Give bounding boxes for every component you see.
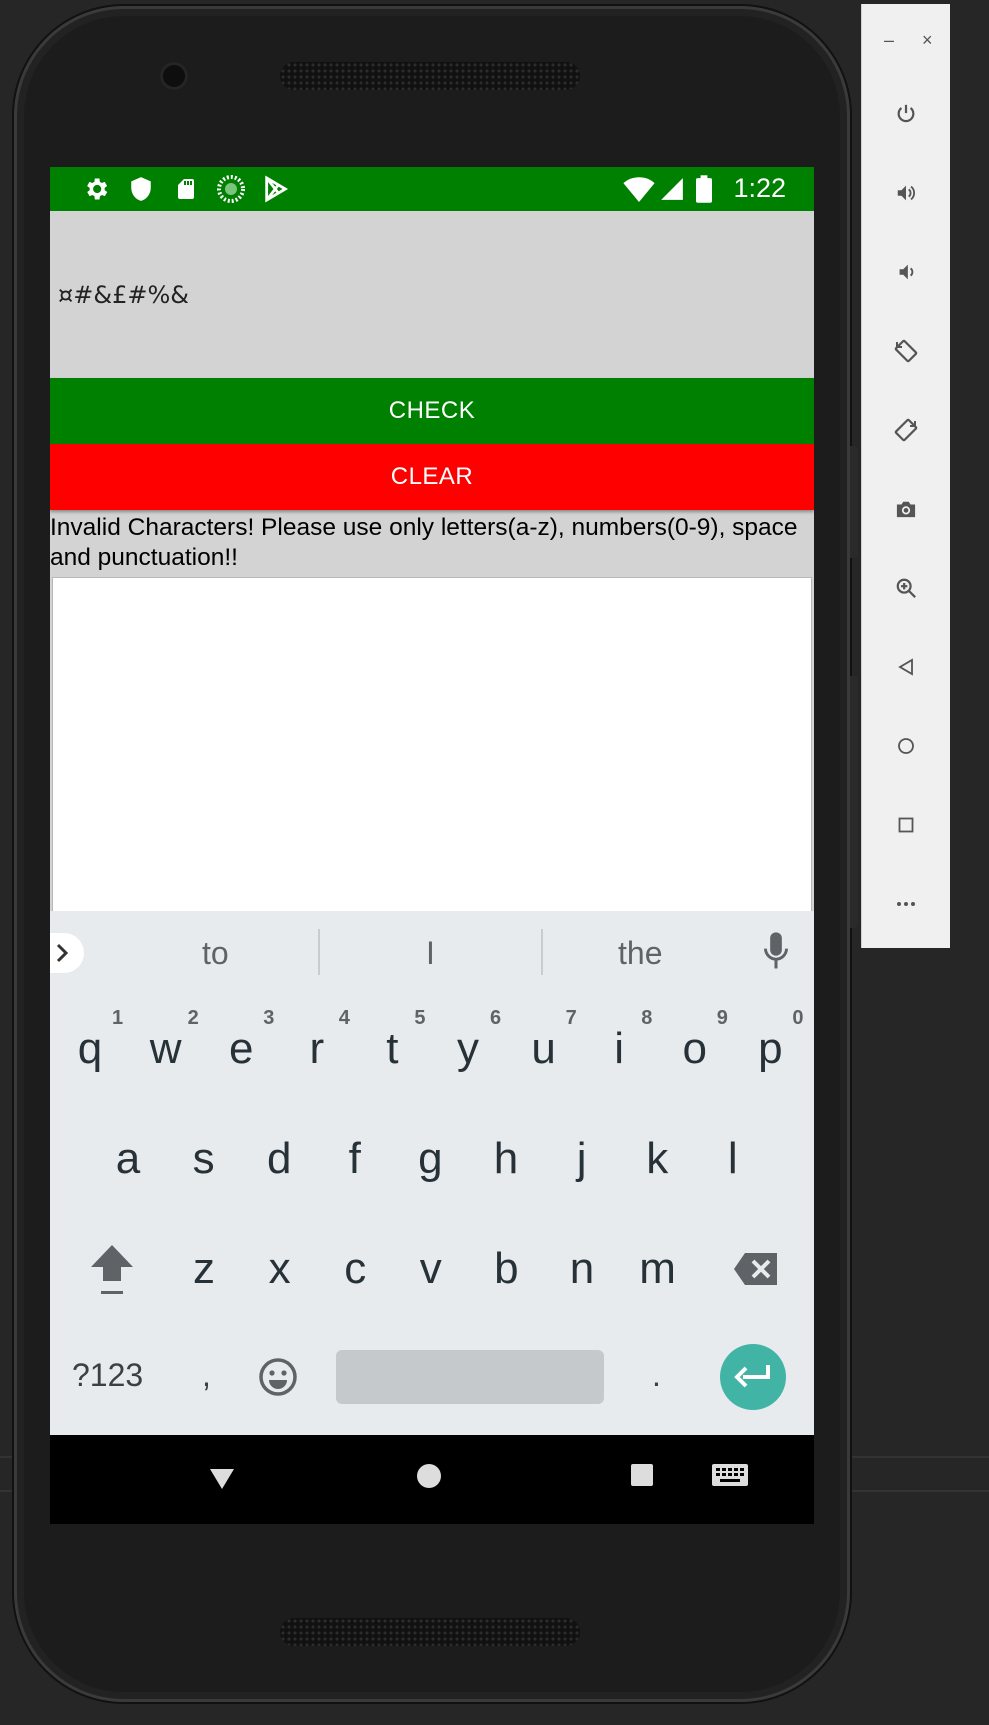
volume-up-icon[interactable] (886, 173, 926, 213)
suggestion-3[interactable]: the (618, 935, 662, 972)
output-area[interactable] (52, 577, 812, 919)
key-hint-7: 7 (565, 1007, 577, 1029)
key-hint-2: 2 (187, 1007, 199, 1029)
check-button[interactable]: CHECK (50, 378, 814, 444)
shift-key[interactable] (80, 1229, 144, 1309)
keyboard-switch-icon[interactable] (710, 1461, 750, 1496)
key-hint-1: 1 (112, 1007, 124, 1029)
soft-keyboard: to I the q1w2e3r4t5y6u7i8o9p0 asdfghjkl … (50, 911, 814, 1435)
emulator-toolbar: – × (862, 4, 950, 948)
clear-button[interactable]: CLEAR (50, 444, 814, 510)
key-hint-0: 0 (792, 1007, 804, 1029)
key-n[interactable]: n (550, 1229, 614, 1309)
shield-icon (127, 175, 155, 203)
divider (541, 929, 543, 975)
status-time: 1:22 (733, 173, 786, 203)
navigation-bar (50, 1435, 814, 1524)
expand-chevron-icon[interactable] (50, 933, 84, 973)
period-key[interactable]: . (652, 1357, 661, 1394)
bottom-speaker (280, 1618, 580, 1646)
overview-icon[interactable] (886, 805, 926, 845)
space-key[interactable] (336, 1350, 604, 1404)
suggestion-bar: to I the (50, 911, 814, 993)
key-s[interactable]: s (172, 1119, 236, 1199)
settings-icon (82, 175, 110, 203)
side-button (850, 676, 858, 928)
key-x[interactable]: x (248, 1229, 312, 1309)
play-store-icon (262, 175, 290, 203)
key-hint-3: 3 (263, 1007, 275, 1029)
key-c[interactable]: c (323, 1229, 387, 1309)
key-hint-8: 8 (641, 1007, 653, 1029)
key-l[interactable]: l (701, 1119, 765, 1199)
back-icon[interactable] (886, 647, 926, 687)
suggestion-1[interactable]: to (202, 935, 229, 972)
symbols-key[interactable]: ?123 (72, 1357, 143, 1394)
comma-key[interactable]: , (202, 1357, 211, 1394)
key-v[interactable]: v (399, 1229, 463, 1309)
zoom-icon[interactable] (886, 568, 926, 608)
side-button (850, 446, 858, 558)
backspace-key[interactable] (724, 1229, 788, 1309)
recents-square-icon[interactable] (628, 1461, 656, 1494)
phone-screen: 1:22 ¤#&£#%& CHECK CLEAR Invalid Charact… (50, 167, 814, 1524)
key-hint-6: 6 (490, 1007, 502, 1029)
key-g[interactable]: g (398, 1119, 462, 1199)
key-hint-9: 9 (716, 1007, 728, 1029)
volume-down-icon[interactable] (886, 252, 926, 292)
wifi-icon (622, 175, 656, 203)
more-icon[interactable] (886, 884, 926, 924)
battery-icon (690, 175, 718, 203)
key-z[interactable]: z (172, 1229, 236, 1309)
key-k[interactable]: k (625, 1119, 689, 1199)
front-camera (160, 62, 188, 90)
home-icon[interactable] (886, 726, 926, 766)
key-hint-5: 5 (414, 1007, 426, 1029)
key-d[interactable]: d (247, 1119, 311, 1199)
character-input-field[interactable]: ¤#&£#%& (50, 211, 814, 381)
power-icon[interactable] (886, 94, 926, 134)
signal-icon (658, 175, 686, 203)
suggestion-2[interactable]: I (426, 935, 435, 972)
key-m[interactable]: m (626, 1229, 690, 1309)
minimize-button[interactable]: – (884, 30, 894, 51)
sd-card-icon (172, 175, 200, 203)
sync-icon (217, 175, 245, 203)
camera-icon[interactable] (886, 489, 926, 529)
key-a[interactable]: a (96, 1119, 160, 1199)
key-b[interactable]: b (474, 1229, 538, 1309)
key-hint-4: 4 (338, 1007, 350, 1029)
back-triangle-icon[interactable] (206, 1461, 238, 1498)
key-h[interactable]: h (474, 1119, 538, 1199)
rotate-left-icon[interactable] (886, 331, 926, 371)
validation-message: Invalid Characters! Please use only lett… (50, 514, 798, 571)
top-speaker (280, 62, 580, 90)
key-f[interactable]: f (323, 1119, 387, 1199)
microphone-icon[interactable] (762, 931, 790, 976)
emoji-key[interactable] (246, 1337, 310, 1417)
input-text[interactable]: ¤#&£#%& (58, 281, 189, 309)
enter-key[interactable] (720, 1344, 786, 1410)
home-circle-icon[interactable] (414, 1461, 444, 1496)
divider (318, 929, 320, 975)
status-bar: 1:22 (50, 167, 814, 211)
key-j[interactable]: j (550, 1119, 614, 1199)
close-button[interactable]: × (922, 30, 933, 51)
rotate-right-icon[interactable] (886, 410, 926, 450)
